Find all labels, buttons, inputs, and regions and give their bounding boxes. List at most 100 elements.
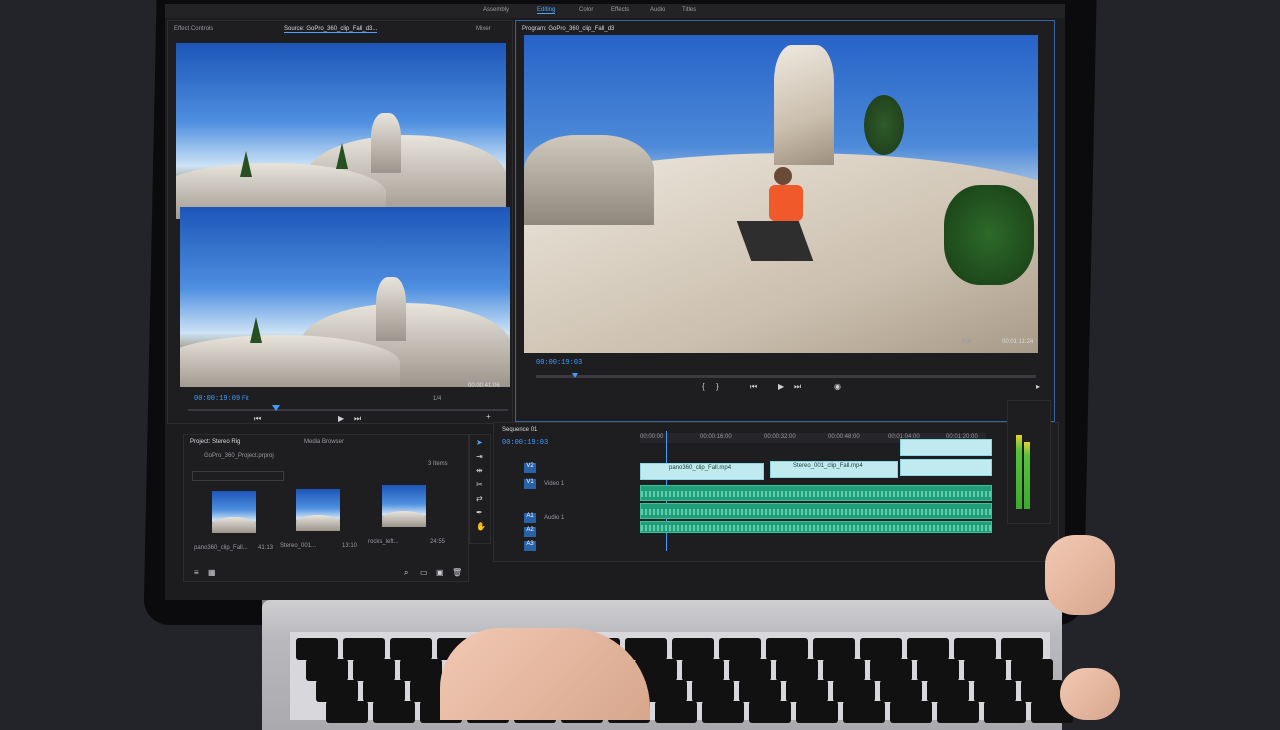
trash-icon[interactable]: 🗑 (452, 569, 462, 577)
keyboard-key[interactable] (343, 638, 385, 660)
keyboard-key[interactable] (306, 659, 348, 681)
new-bin-icon[interactable]: ▭ (420, 569, 428, 577)
slip-tool-icon[interactable]: ⇄ (476, 495, 483, 503)
keyboard-key[interactable] (719, 638, 761, 660)
source-zoom-select[interactable]: Fit (242, 396, 249, 402)
track-select-tool-icon[interactable]: ⇥ (476, 453, 483, 461)
keyboard-key[interactable] (739, 680, 781, 702)
source-step-forward-icon[interactable]: ⏭ (354, 415, 361, 423)
keyboard-key[interactable] (363, 680, 405, 702)
project-search-input[interactable] (192, 471, 284, 481)
keyboard-key[interactable] (400, 659, 442, 681)
program-export-frame-icon[interactable]: ◉ (834, 383, 841, 391)
workspace-tab-assembly[interactable]: Assembly (483, 7, 509, 13)
track-v1-target[interactable]: V1 (524, 479, 536, 489)
tab-media-browser[interactable]: Media Browser (304, 439, 344, 445)
audio-clip[interactable] (640, 521, 992, 533)
source-play-icon[interactable]: ▶ (338, 415, 344, 423)
video-clip[interactable]: Stereo_001_clip_Fall.mp4 (770, 461, 898, 478)
selection-tool-icon[interactable]: ➤ (476, 439, 483, 447)
keyboard-key[interactable] (296, 638, 338, 660)
keyboard-key[interactable] (766, 638, 808, 660)
keyboard-key[interactable] (954, 638, 996, 660)
hand-tool-icon[interactable]: ✋ (476, 523, 486, 531)
program-more-icon[interactable]: ▸ (1036, 383, 1040, 391)
track-a2-target[interactable]: A2 (524, 527, 536, 537)
source-timecode: 00:00:19:09 (194, 395, 241, 403)
program-play-icon[interactable]: ▶ (778, 383, 784, 391)
workspace-tab-effects[interactable]: Effects (611, 7, 629, 13)
source-fraction-select[interactable]: 1/4 (433, 396, 441, 402)
keyboard-key[interactable] (316, 680, 358, 702)
source-step-back-icon[interactable]: ⏮ (254, 415, 261, 423)
program-zoom-select[interactable]: Full (962, 339, 972, 345)
timeline-tab[interactable]: Sequence 01 (502, 427, 537, 433)
right-hand-palm (1060, 668, 1120, 720)
keyboard-key[interactable] (786, 680, 828, 702)
workspace-tab-editing[interactable]: Editing (537, 7, 556, 14)
workspace-tab-color[interactable]: Color (579, 7, 593, 13)
workspace-tab-audio[interactable]: Audio (650, 7, 665, 13)
keyboard-key[interactable] (974, 680, 1016, 702)
video-clip[interactable] (900, 459, 992, 476)
tab-effect-controls[interactable]: Effect Controls (174, 26, 213, 32)
tab-mixer[interactable]: Mixer (476, 26, 491, 32)
keyboard-key[interactable] (645, 680, 687, 702)
project-item-thumb[interactable] (296, 489, 340, 531)
keyboard-key[interactable] (927, 680, 969, 702)
new-item-icon[interactable]: ▣ (436, 569, 444, 577)
icon-view-icon[interactable]: ▦ (208, 569, 216, 577)
keyboard-key[interactable] (729, 659, 771, 681)
track-a3-target[interactable]: A3 (524, 541, 536, 551)
keyboard-key[interactable] (870, 659, 912, 681)
project-item-name: rocks_left... (368, 539, 399, 545)
project-item-thumb[interactable] (212, 491, 256, 533)
pen-tool-icon[interactable]: ✒ (476, 509, 483, 517)
program-timecode: 00:00:19:03 (536, 359, 583, 367)
audio-clip[interactable] (640, 503, 992, 519)
keyboard-key[interactable] (907, 638, 949, 660)
keyboard-key[interactable] (390, 638, 432, 660)
program-mark-out-icon[interactable]: } (716, 383, 719, 391)
keyboard-key[interactable] (860, 638, 902, 660)
search-icon[interactable]: ⌕ (404, 569, 408, 577)
ripple-edit-tool-icon[interactable]: ⇹ (476, 467, 483, 475)
timeline-timecode: 00:00:19:03 (502, 439, 549, 447)
keyboard-key[interactable] (682, 659, 724, 681)
program-step-forward-icon[interactable]: ⏭ (794, 383, 801, 391)
keyboard-key[interactable] (353, 659, 395, 681)
video-clip[interactable] (900, 439, 992, 456)
keyboard-key[interactable] (1011, 659, 1053, 681)
program-title[interactable]: Program: GoPro_360_clip_Fall_d3 (522, 26, 614, 32)
keyboard-key[interactable] (917, 659, 959, 681)
track-a1-target[interactable]: A1 (524, 513, 536, 523)
program-mark-in-icon[interactable]: { (702, 383, 705, 391)
keyboard-key[interactable] (692, 680, 734, 702)
track-v2-target[interactable]: V2 (524, 463, 536, 473)
razor-tool-icon[interactable]: ✂ (476, 481, 483, 489)
list-view-icon[interactable]: ≡ (194, 569, 199, 577)
keyboard-key[interactable] (964, 659, 1006, 681)
program-monitor: Program: GoPro_360_clip_Fall_d3 00:00:19… (515, 20, 1055, 422)
keyboard-key[interactable] (823, 659, 865, 681)
source-playhead[interactable] (272, 405, 280, 411)
program-scrubber[interactable] (536, 375, 1036, 378)
audio-clip[interactable] (640, 485, 992, 501)
source-duration: 00:00:41:06 (468, 383, 500, 389)
program-step-back-icon[interactable]: ⏮ (750, 383, 757, 391)
keyboard-key[interactable] (1001, 638, 1043, 660)
video-clip[interactable]: pano360_clip_Fall.mp4 (640, 463, 764, 480)
keyboard-key[interactable] (1021, 680, 1063, 702)
workspace-tab-titles[interactable]: Titles (682, 7, 696, 13)
keyboard-key[interactable] (833, 680, 875, 702)
tab-project[interactable]: Project: Stereo Rig (190, 439, 240, 445)
keyboard-key[interactable] (880, 680, 922, 702)
program-playhead[interactable] (572, 373, 578, 378)
project-item-thumb[interactable] (382, 485, 426, 527)
source-scrubber[interactable] (188, 409, 508, 411)
tab-source[interactable]: Source: GoPro_360_clip_Fall_d3... (284, 26, 378, 33)
source-add-button-icon[interactable]: + (486, 413, 491, 421)
keyboard-key[interactable] (813, 638, 855, 660)
keyboard-key[interactable] (672, 638, 714, 660)
keyboard-key[interactable] (776, 659, 818, 681)
